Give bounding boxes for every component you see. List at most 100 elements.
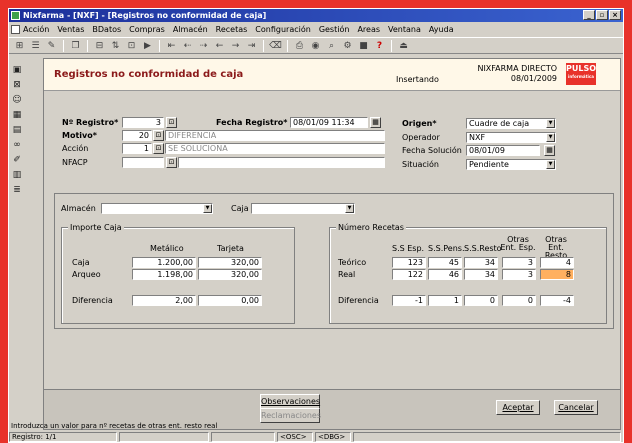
teorico-ss-resto[interactable]: 34 xyxy=(464,257,498,268)
menu-areas[interactable]: Areas xyxy=(357,23,380,36)
table-icon[interactable]: ▦ xyxy=(11,109,23,121)
tools-icon[interactable]: ⚙ xyxy=(341,40,354,52)
minimize-button[interactable]: _ xyxy=(583,10,595,20)
observaciones-button[interactable]: Observaciones xyxy=(260,394,320,409)
fecha-solucion-input[interactable]: 08/01/09 xyxy=(466,145,540,156)
real-ss-pens[interactable]: 46 xyxy=(428,269,462,280)
pencil-icon[interactable]: ✐ xyxy=(11,154,23,166)
pulso-logo: PULSO informática xyxy=(566,63,596,85)
menu-gestion[interactable]: Gestión xyxy=(319,23,350,36)
box-icon[interactable]: ▤ xyxy=(11,124,23,136)
person-icon[interactable]: ☺ xyxy=(11,94,23,106)
teorico-otras-esp[interactable]: 3 xyxy=(502,257,536,268)
help-icon[interactable]: ? xyxy=(373,40,386,52)
origen-select[interactable]: Cuadre de caja ▼ xyxy=(466,118,556,129)
importe-caja-title: Importe Caja xyxy=(68,223,124,232)
registro-input[interactable]: 3 xyxy=(122,117,164,128)
first-record-icon[interactable]: ⇤ xyxy=(165,40,178,52)
filter-icon[interactable]: ⊟ xyxy=(93,40,106,52)
restore-button[interactable]: ▫ xyxy=(596,10,608,20)
search-icon[interactable]: ⌕ xyxy=(325,40,338,52)
previous-page-icon[interactable]: ⇠ xyxy=(181,40,194,52)
execute-icon[interactable]: ▶ xyxy=(141,40,154,52)
toolbar-separator xyxy=(263,39,264,52)
menu-configuracion[interactable]: Configuración xyxy=(255,23,311,36)
almacen-select[interactable]: ▼ xyxy=(101,203,213,214)
arqueo-tarjeta-input[interactable]: 320,00 xyxy=(198,269,262,280)
cart-icon[interactable]: ⊠ xyxy=(11,79,23,91)
application-window: Nixfarma - [NXF] - [Registros no conform… xyxy=(8,8,624,443)
fecha-registro-input[interactable]: 08/01/09 11:34 xyxy=(290,117,368,128)
accion-code-input[interactable]: 1 xyxy=(122,143,152,154)
menu-ventas[interactable]: Ventas xyxy=(57,23,84,36)
left-toolbar: ▣ ⊠ ☺ ▦ ▤ ∞ ✐ ▥ ≣ xyxy=(11,64,25,196)
chart-icon[interactable]: ▥ xyxy=(11,169,23,181)
edit-icon[interactable]: ✎ xyxy=(45,40,58,52)
list-icon[interactable]: ☰ xyxy=(29,40,42,52)
list-doc-icon[interactable]: ≣ xyxy=(11,184,23,196)
motivo-label: Motivo* xyxy=(62,131,97,140)
stop-icon[interactable]: ■ xyxy=(357,40,370,52)
cancelar-button[interactable]: Cancelar xyxy=(554,400,598,415)
preview-icon[interactable]: ◉ xyxy=(309,40,322,52)
back-arrow-icon[interactable]: ← xyxy=(213,40,226,52)
real-otras-esp[interactable]: 3 xyxy=(502,269,536,280)
brand-block: NIXFARMA DIRECTO 08/01/2009 xyxy=(444,64,557,84)
real-ss-resto[interactable]: 34 xyxy=(464,269,498,280)
teorico-otras-resto[interactable]: 4 xyxy=(540,257,574,268)
close-button[interactable]: × xyxy=(609,10,621,20)
clear-icon[interactable]: ⌫ xyxy=(269,40,282,52)
arqueo-metalico-input[interactable]: 1.198,00 xyxy=(132,269,196,280)
operador-select[interactable]: NXF ▼ xyxy=(466,132,556,143)
window-title: Nixfarma - [NXF] - [Registros no conform… xyxy=(23,11,267,20)
chevron-down-icon[interactable]: ▼ xyxy=(546,133,555,142)
sort-icon[interactable]: ⇅ xyxy=(109,40,122,52)
query-icon[interactable]: ⊡ xyxy=(125,40,138,52)
recetas-header: S.S.Pens. xyxy=(428,244,465,253)
menu-accion[interactable]: Acción xyxy=(23,23,49,36)
accion-lookup-button[interactable]: ⊡ xyxy=(153,143,164,154)
motivo-lookup-button[interactable]: ⊡ xyxy=(153,130,164,141)
toolbar-separator xyxy=(287,39,288,52)
situacion-select[interactable]: Pendiente ▼ xyxy=(466,159,556,170)
real-ss-esp[interactable]: 122 xyxy=(392,269,426,280)
nfacp-input[interactable] xyxy=(122,157,164,168)
motivo-code-input[interactable]: 20 xyxy=(122,130,152,141)
chevron-down-icon[interactable]: ▼ xyxy=(546,160,555,169)
menu-bdatos[interactable]: BDatos xyxy=(92,23,121,36)
header-date: 08/01/2009 xyxy=(510,74,557,83)
menu-ayuda[interactable]: Ayuda xyxy=(429,23,454,36)
teorico-ss-esp[interactable]: 123 xyxy=(392,257,426,268)
menu-almacen[interactable]: Almacén xyxy=(173,23,208,36)
calendar-icon[interactable]: ▦ xyxy=(544,145,555,156)
caja-tarjeta-input[interactable]: 320,00 xyxy=(198,257,262,268)
cash-register-icon[interactable]: ▣ xyxy=(11,64,23,76)
exit-icon[interactable]: ⏏ xyxy=(397,40,410,52)
chevron-down-icon[interactable]: ▼ xyxy=(546,119,555,128)
menu-ventana[interactable]: Ventana xyxy=(388,23,421,36)
print-icon[interactable]: ⎙ xyxy=(293,40,306,52)
next-page-icon[interactable]: ⇢ xyxy=(197,40,210,52)
nfacp-lookup-button[interactable]: ⊡ xyxy=(166,157,177,168)
reclamaciones-button[interactable]: Reclamaciones xyxy=(260,408,321,423)
brand-name: NIXFARMA DIRECTO xyxy=(477,64,557,73)
caja-select[interactable]: ▼ xyxy=(251,203,355,214)
toolbar-separator xyxy=(63,39,64,52)
chevron-down-icon[interactable]: ▼ xyxy=(345,204,354,213)
calendar-icon[interactable]: ▦ xyxy=(370,117,381,128)
registro-lookup-button[interactable]: ⊡ xyxy=(166,117,177,128)
last-record-icon[interactable]: ⇥ xyxy=(245,40,258,52)
fecha-registro-label: Fecha Registro* xyxy=(216,118,288,127)
forward-arrow-icon[interactable]: → xyxy=(229,40,242,52)
chevron-down-icon[interactable]: ▼ xyxy=(203,204,212,213)
grid-icon[interactable]: ⊞ xyxy=(13,40,26,52)
origen-label: Origen* xyxy=(402,119,437,128)
real-otras-resto[interactable]: 8 xyxy=(540,269,574,280)
menu-recetas[interactable]: Recetas xyxy=(216,23,248,36)
menu-compras[interactable]: Compras xyxy=(129,23,165,36)
link-icon[interactable]: ∞ xyxy=(11,139,23,151)
caja-metalico-input[interactable]: 1.200,00 xyxy=(132,257,196,268)
aceptar-button[interactable]: Aceptar xyxy=(496,400,540,415)
teorico-ss-pens[interactable]: 45 xyxy=(428,257,462,268)
copy-icon[interactable]: ❐ xyxy=(69,40,82,52)
